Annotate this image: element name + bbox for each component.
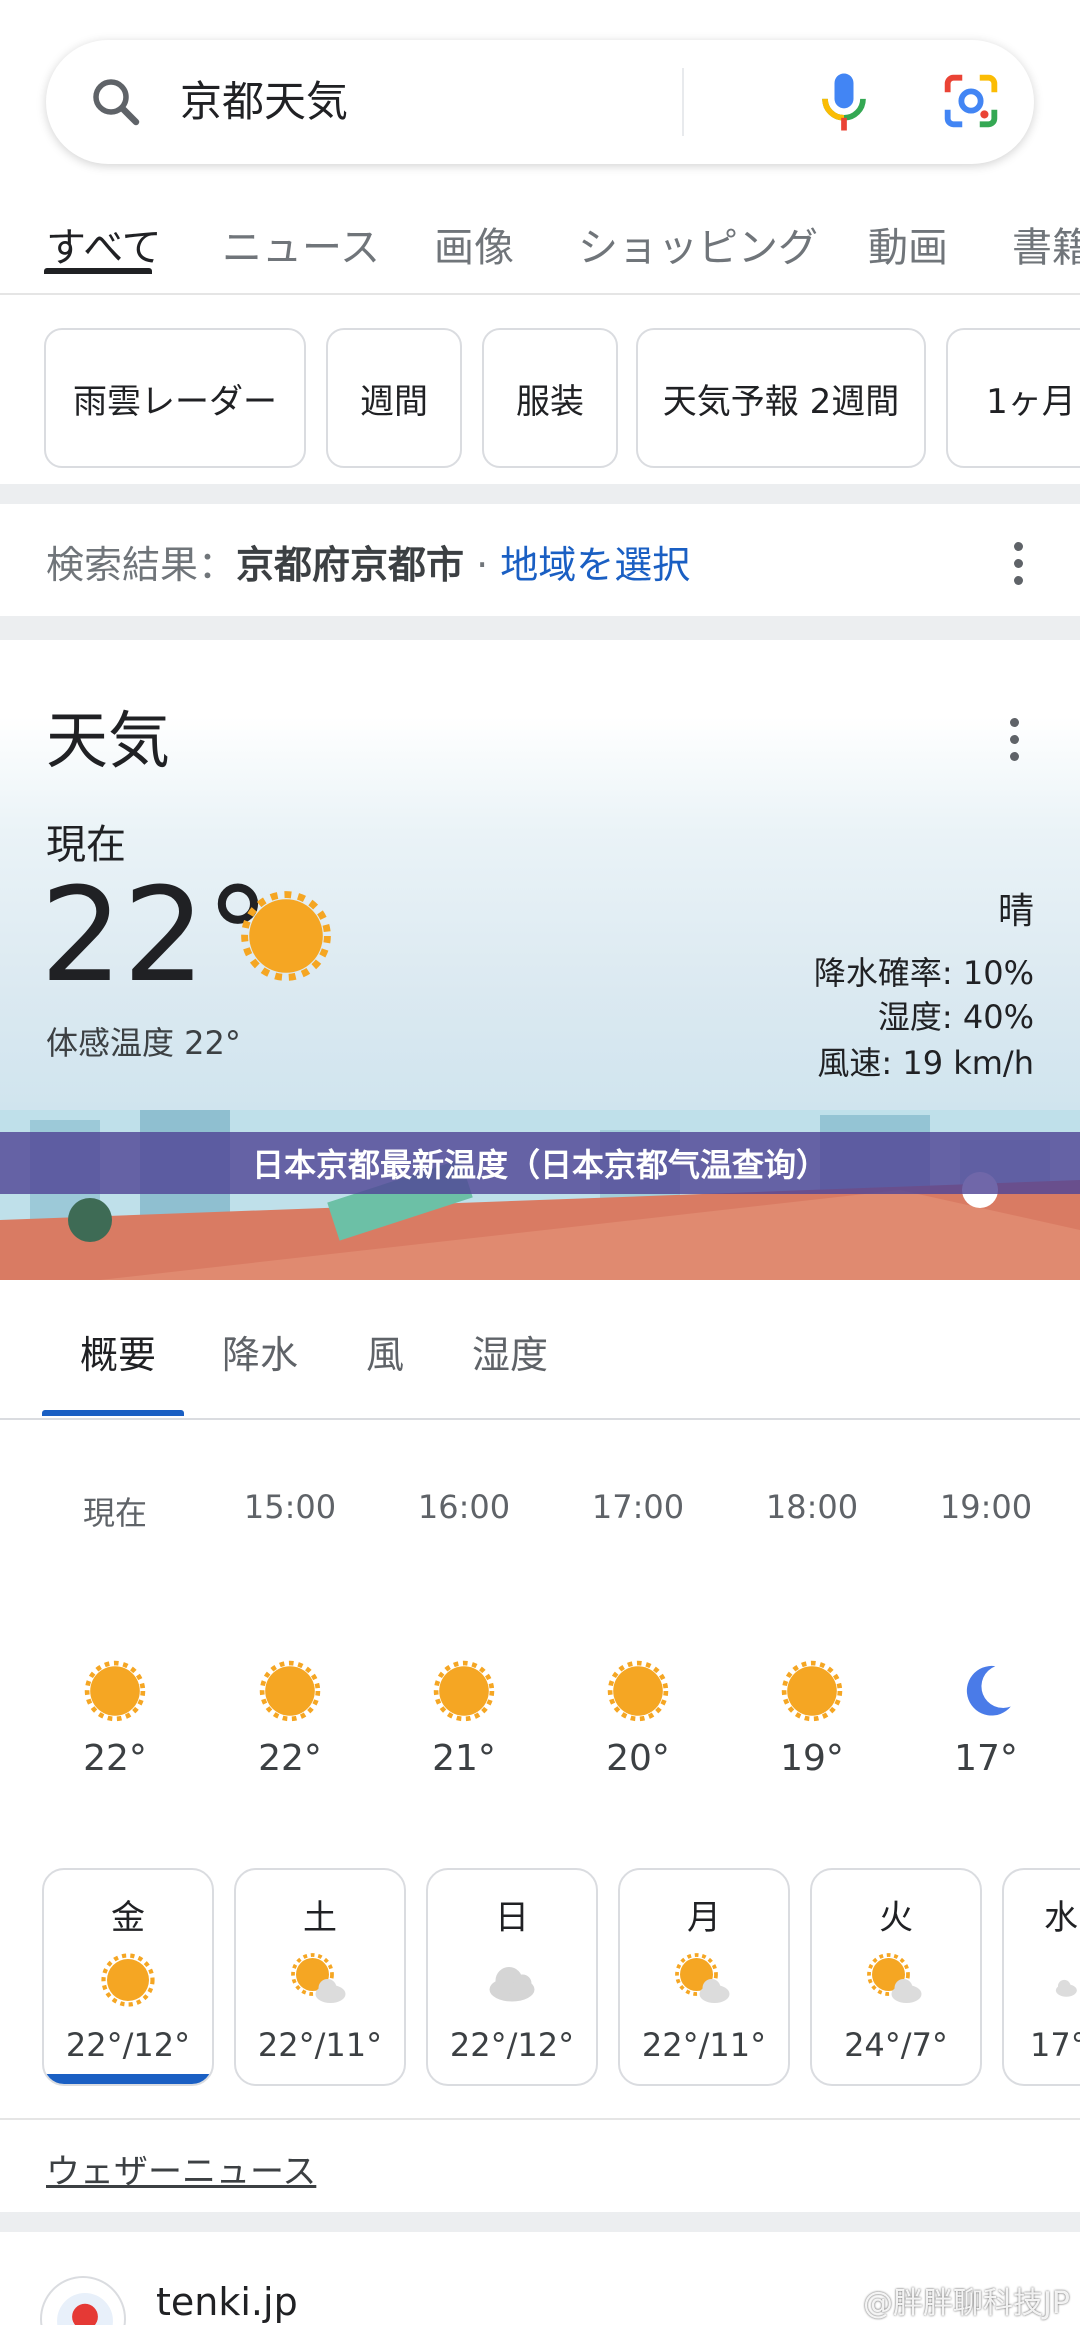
day-temps: 24°/7°: [844, 2026, 948, 2064]
search-icon[interactable]: [86, 72, 146, 132]
chip-1month[interactable]: 1ヶ月: [946, 328, 1080, 468]
hour-time: 17:00: [591, 1488, 685, 1526]
wind: 風速: 19 km/h: [817, 1044, 1034, 1082]
section-divider: [0, 484, 1080, 504]
location-separator: ·: [464, 543, 501, 587]
weather-tabs: 概要 降水 風 湿度: [0, 1280, 1080, 1420]
hour-temp: 20°: [606, 1738, 670, 1779]
active-tab-indicator: [44, 268, 152, 274]
day-name: 火: [879, 1898, 913, 1938]
tab-all[interactable]: すべて: [46, 215, 162, 273]
section-divider: [0, 2212, 1080, 2232]
sun-icon: [433, 1660, 495, 1722]
hour-time: 現在: [82, 1494, 147, 1532]
selected-day-indicator: [44, 2074, 212, 2084]
tab-images[interactable]: 画像: [434, 215, 514, 273]
tab-humidity[interactable]: 湿度: [472, 1324, 548, 1379]
search-input[interactable]: 京都天気: [180, 70, 348, 134]
feels-like: 体感温度 22°: [46, 1024, 241, 1062]
hour-temp: 17°: [954, 1738, 1018, 1779]
hour-temp: 21°: [432, 1738, 496, 1779]
tenki-logo: [40, 2276, 126, 2325]
cloud-icon: [489, 1967, 535, 2002]
hour-temp: 22°: [258, 1738, 322, 1779]
hour-time: 19:00: [939, 1488, 1033, 1526]
chip-weekly[interactable]: 週間: [326, 328, 462, 468]
location-row: 検索結果：京都府京都市 · 地域を選択: [0, 504, 1080, 616]
location-prefix: 検索結果：: [46, 543, 237, 587]
day-temps: 22°/11°: [257, 2026, 383, 2064]
more-options-icon[interactable]: [1012, 542, 1024, 586]
source-name[interactable]: tenki.jp: [156, 2280, 298, 2324]
day-card-sunday[interactable]: 日 22°/12°: [426, 1868, 598, 2086]
sun-icon: [607, 1660, 669, 1722]
day-temps: 22°/12°: [65, 2026, 191, 2064]
day-temps: 17°/: [1030, 2026, 1080, 2064]
partly-cloudy-icon: [1055, 1979, 1077, 1997]
sun-icon: [259, 1660, 321, 1722]
day-card-monday[interactable]: 月 22°/11°: [618, 1868, 790, 2086]
day-temps: 22°/11°: [641, 2026, 767, 2064]
chip-2week-forecast[interactable]: 天気予報 2週間: [636, 328, 926, 468]
partly-cloudy-icon: [291, 1953, 346, 2003]
weather-more-icon[interactable]: [1008, 718, 1020, 762]
precipitation: 降水確率: 10%: [813, 954, 1034, 992]
hour-time: 15:00: [243, 1488, 337, 1526]
watermark: @胖胖聊科技JP: [863, 2286, 1070, 2321]
day-name: 月: [687, 1898, 721, 1938]
tab-overview[interactable]: 概要: [80, 1324, 156, 1379]
tab-precipitation[interactable]: 降水: [222, 1324, 298, 1379]
tab-shopping[interactable]: ショッピング: [578, 215, 818, 273]
lens-icon[interactable]: [936, 66, 1006, 136]
chip-clothing[interactable]: 服装: [482, 328, 618, 468]
day-card-saturday[interactable]: 土 22°/11°: [234, 1868, 406, 2086]
day-name: 日: [495, 1898, 529, 1938]
tab-videos[interactable]: 動画: [868, 215, 948, 273]
day-name: 水: [1044, 1898, 1078, 1938]
sun-icon: [781, 1660, 843, 1722]
day-name: 土: [303, 1898, 337, 1938]
current-temperature: 22°: [40, 859, 271, 1011]
day-card-friday[interactable]: 金 22°/12°: [42, 1868, 214, 2086]
hour-temp: 19°: [780, 1738, 844, 1779]
tab-wind[interactable]: 風: [366, 1324, 404, 1379]
sun-icon: [241, 891, 331, 981]
choose-region-link[interactable]: 地域を選択: [500, 543, 690, 587]
partly-cloudy-icon: [675, 1953, 730, 2003]
partly-cloudy-icon: [867, 1953, 922, 2003]
chip-rain-radar[interactable]: 雨雲レーダー: [44, 328, 306, 468]
tab-news[interactable]: ニュース: [222, 215, 380, 273]
caption-banner: 日本京都最新温度（日本京都气温查询）: [0, 1132, 1080, 1194]
search-tabs: すべて ニュース 画像 ショッピング 動画 書籍: [0, 205, 1080, 295]
location-text: 検索結果：京都府京都市 · 地域を選択: [46, 534, 690, 589]
hour-time: 18:00: [765, 1488, 859, 1526]
active-subtab-indicator: [42, 1410, 184, 1416]
mic-icon[interactable]: [806, 64, 882, 140]
condition: 晴: [997, 891, 1034, 932]
search-divider: [682, 68, 684, 136]
weathernews-link[interactable]: ウェザーニュース: [46, 2144, 316, 2193]
search-bar[interactable]: 京都天気: [46, 40, 1034, 164]
hour-temp: 22°: [83, 1738, 147, 1779]
hour-time: 16:00: [417, 1488, 511, 1526]
day-card-tuesday[interactable]: 火 24°/7°: [810, 1868, 982, 2086]
day-card-wednesday[interactable]: 水 17°/: [1002, 1868, 1080, 2086]
sun-icon: [84, 1660, 146, 1722]
sun-icon: [101, 1953, 155, 2007]
section-divider: [0, 616, 1080, 640]
day-temps: 22°/12°: [449, 2026, 575, 2064]
divider: [0, 2118, 1080, 2120]
tab-books[interactable]: 書籍: [1012, 215, 1080, 273]
location-name: 京都府京都市: [236, 543, 465, 587]
moon-icon: [966, 1665, 1011, 1716]
day-name: 金: [111, 1898, 145, 1938]
humidity: 湿度: 40%: [877, 998, 1034, 1036]
weather-title: 天気: [46, 704, 171, 777]
